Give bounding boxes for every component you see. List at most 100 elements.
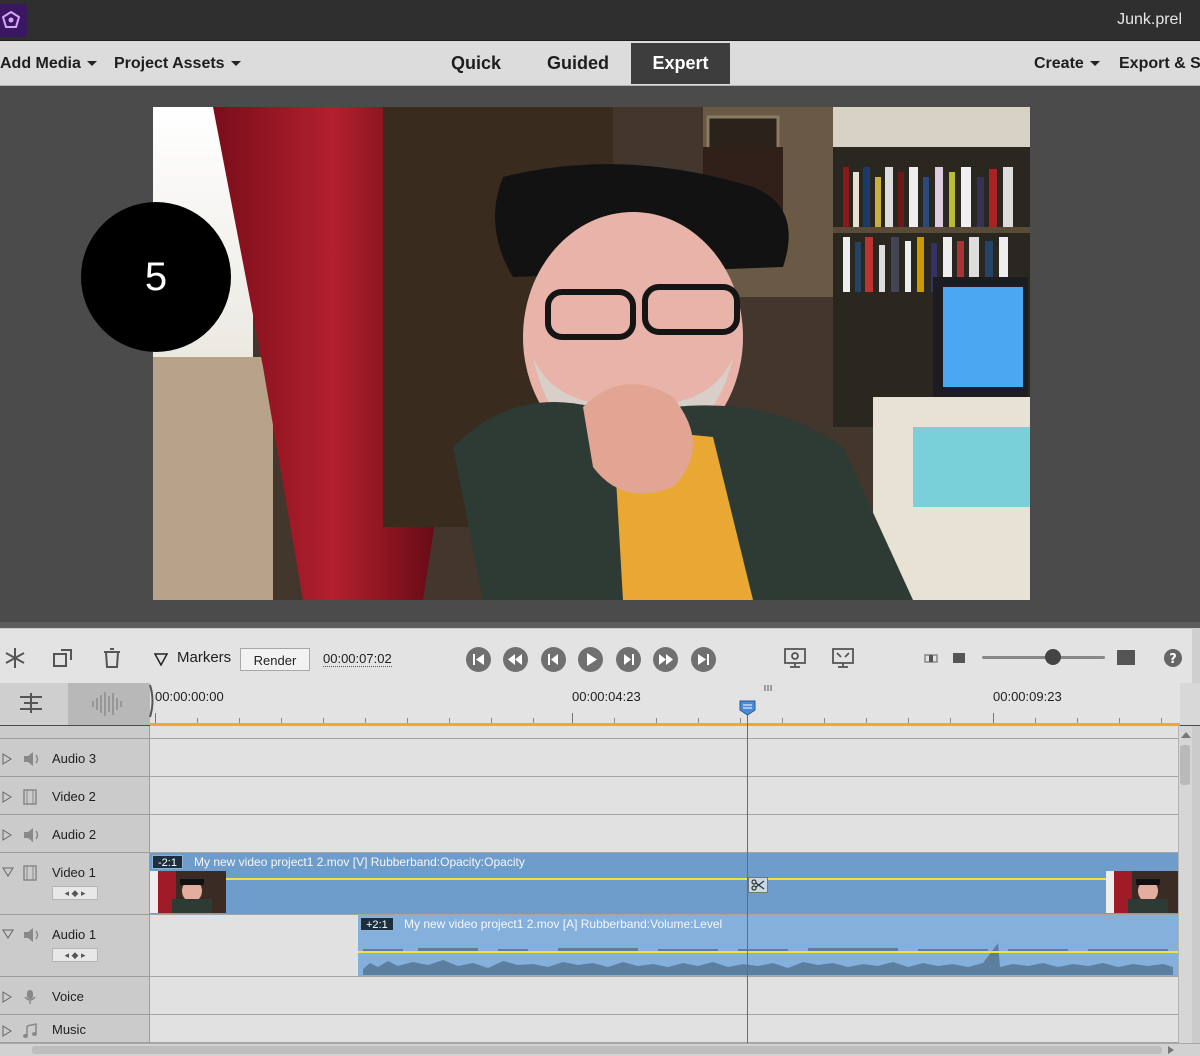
clip-speed-badge: +2:1 <box>360 917 394 931</box>
time-ruler[interactable]: 00:00:00:00 00:00:04:23 00:00:09:23 <box>149 683 1180 725</box>
audio-clip[interactable]: +2:1 My new video project1 2.mov [A] Rub… <box>358 915 1178 976</box>
scroll-right-icon[interactable] <box>1166 1045 1176 1055</box>
video-preview <box>153 107 1030 600</box>
render-button[interactable]: Render <box>240 648 310 671</box>
chevron-down-icon <box>86 61 97 67</box>
track-header-audio-3[interactable]: Audio 3 <box>0 739 150 777</box>
track-name: Video 1 <box>52 865 96 880</box>
track-lane-music[interactable] <box>150 1015 1178 1043</box>
trash-icon[interactable] <box>100 646 124 670</box>
ruler-tick <box>572 713 573 723</box>
expand-triangle-icon[interactable] <box>2 791 12 803</box>
video-view-tab[interactable] <box>0 683 68 725</box>
expand-triangle-icon[interactable] <box>2 829 12 841</box>
tab-guided[interactable]: Guided <box>535 43 621 84</box>
create-menu[interactable]: Create <box>1034 41 1100 86</box>
project-assets-menu[interactable]: Project Assets <box>114 41 241 86</box>
go-to-start-icon[interactable] <box>466 647 491 672</box>
track-header-music[interactable]: Music <box>0 1015 150 1043</box>
clip-title: My new video project1 2.mov [V] Rubberba… <box>194 855 525 869</box>
microphone-icon <box>24 990 36 1004</box>
freeze-frame-icon[interactable] <box>3 646 27 670</box>
track-name: Audio 1 <box>52 927 97 942</box>
track-lane-video-2[interactable] <box>150 777 1178 815</box>
audio-waveform-tab[interactable] <box>68 683 150 725</box>
zoom-small-icon[interactable] <box>950 646 974 670</box>
timeline-view-tabs <box>0 683 150 725</box>
marker-icon[interactable] <box>153 652 169 671</box>
ruler-label: 00:00:04:23 <box>572 689 641 704</box>
file-name: Junk.prel <box>1117 11 1182 28</box>
speaker-icon <box>24 928 39 942</box>
play-icon[interactable] <box>578 647 603 672</box>
step-back-icon[interactable] <box>541 647 566 672</box>
track-header-video-1[interactable]: Video 1 ◂ ◆ ▸ <box>0 853 150 915</box>
menu-bar: Add Media Project Assets Quick Guided Ex… <box>0 41 1200 86</box>
go-to-end-icon[interactable] <box>691 647 716 672</box>
track-header-spacer <box>0 726 150 739</box>
ruler-tick <box>155 713 156 723</box>
zoom-large-icon[interactable] <box>1116 646 1140 670</box>
smart-fit-icon[interactable] <box>51 646 75 670</box>
speaker-icon <box>24 752 39 766</box>
video-clip[interactable]: -2:1 My new video project1 2.mov [V] Rub… <box>150 853 1178 914</box>
track-lane-audio-3[interactable] <box>150 739 1178 777</box>
panel-edge <box>1192 726 1200 1043</box>
track-header-audio-2[interactable]: Audio 2 <box>0 815 150 853</box>
scissors-icon[interactable] <box>748 877 768 893</box>
work-area-grip-icon[interactable] <box>764 685 772 691</box>
track-lane-audio-2[interactable] <box>150 815 1178 853</box>
volume-rubberband[interactable] <box>358 951 1178 953</box>
playhead-line[interactable] <box>747 705 748 1043</box>
opacity-rubberband[interactable] <box>150 878 1178 880</box>
zoom-slider-thumb[interactable] <box>1045 649 1061 665</box>
vertical-scroll-thumb[interactable] <box>1180 745 1190 785</box>
fit-to-screen-icon[interactable] <box>831 646 855 670</box>
expand-triangle-icon[interactable] <box>2 991 12 1003</box>
track-lane-audio-1[interactable]: +2:1 My new video project1 2.mov [A] Rub… <box>150 915 1178 977</box>
track-name: Video 2 <box>52 789 96 804</box>
ruler-tick <box>993 713 994 723</box>
playhead-handle-icon[interactable] <box>739 700 756 716</box>
track-header-video-2[interactable]: Video 2 <box>0 777 150 815</box>
track-name: Music <box>52 1022 86 1037</box>
track-lane-voice[interactable] <box>150 977 1178 1015</box>
help-icon[interactable]: ? <box>1161 646 1185 670</box>
keyframe-navigator[interactable]: ◂ ◆ ▸ <box>52 948 98 962</box>
create-label: Create <box>1034 55 1084 72</box>
rewind-icon[interactable] <box>503 647 528 672</box>
step-forward-icon[interactable] <box>616 647 641 672</box>
expand-triangle-icon[interactable] <box>2 753 12 765</box>
add-media-menu[interactable]: Add Media <box>0 41 97 86</box>
clip-speed-badge: -2:1 <box>152 855 183 869</box>
svg-text:?: ? <box>1169 652 1177 667</box>
fast-forward-icon[interactable] <box>653 647 678 672</box>
track-header-voice[interactable]: Voice <box>0 977 150 1015</box>
speaker-icon <box>24 828 39 842</box>
ruler-label: 00:00:09:23 <box>993 689 1062 704</box>
collapse-triangle-icon[interactable] <box>2 929 14 939</box>
collapse-triangle-icon[interactable] <box>2 867 14 877</box>
clip-thumbnail <box>150 871 226 913</box>
horizontal-scroll-thumb[interactable] <box>32 1046 1162 1054</box>
export-share-menu[interactable]: Export & S <box>1119 41 1200 86</box>
track-header-audio-1[interactable]: Audio 1 ◂ ◆ ▸ <box>0 915 150 977</box>
add-media-label: Add Media <box>0 55 81 72</box>
tab-quick[interactable]: Quick <box>436 43 516 84</box>
keyframe-navigator[interactable]: ◂ ◆ ▸ <box>52 886 98 900</box>
tab-expert[interactable]: Expert <box>631 43 730 84</box>
current-timecode[interactable]: 00:00:07:02 <box>323 651 392 667</box>
film-icon <box>23 865 37 881</box>
clip-title: My new video project1 2.mov [A] Rubberba… <box>404 917 723 931</box>
track-lane-video-1[interactable]: -2:1 My new video project1 2.mov [V] Rub… <box>150 853 1178 915</box>
step-number-badge: 5 <box>81 202 231 352</box>
zoom-out-icon[interactable] <box>920 646 944 670</box>
markers-menu[interactable]: Markers <box>177 649 231 666</box>
zoom-slider-track[interactable] <box>982 656 1105 659</box>
toolbar-edge <box>1192 628 1200 683</box>
chevron-down-icon <box>230 61 241 67</box>
title-bar: Junk.prel <box>0 0 1200 41</box>
expand-triangle-icon[interactable] <box>2 1025 12 1037</box>
render-preview-icon[interactable] <box>783 646 807 670</box>
scroll-up-icon[interactable] <box>1180 730 1192 740</box>
